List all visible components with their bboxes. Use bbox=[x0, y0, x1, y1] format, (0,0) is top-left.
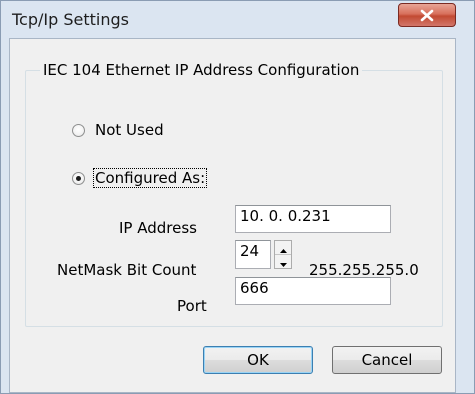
not-used-radio[interactable] bbox=[72, 123, 85, 137]
ip-address-label: IP Address bbox=[119, 219, 197, 237]
ip-config-groupbox: IEC 104 Ethernet IP Address Configuratio… bbox=[25, 61, 443, 327]
radio-selected-dot bbox=[76, 175, 81, 181]
ok-button[interactable]: OK bbox=[203, 346, 313, 374]
arrow-down-icon bbox=[279, 253, 287, 271]
configured-as-radio-row[interactable]: Configured As: bbox=[72, 168, 208, 188]
port-field[interactable]: 666 bbox=[235, 277, 391, 305]
tcpip-settings-dialog: Tcp/Ip Settings IEC 104 Ethernet IP Addr… bbox=[0, 0, 475, 394]
title-bar[interactable]: Tcp/Ip Settings bbox=[1, 1, 474, 37]
spin-down-button[interactable] bbox=[275, 255, 291, 268]
not-used-label[interactable]: Not Used bbox=[94, 121, 165, 139]
close-icon bbox=[420, 9, 434, 22]
groupbox-legend: IEC 104 Ethernet IP Address Configuratio… bbox=[40, 61, 363, 79]
configured-as-radio[interactable] bbox=[72, 171, 85, 185]
not-used-radio-row[interactable]: Not Used bbox=[72, 121, 165, 139]
dialog-client-area: IEC 104 Ethernet IP Address Configuratio… bbox=[9, 38, 456, 393]
ip-address-field[interactable]: 10. 0. 0.231 bbox=[235, 205, 391, 233]
configured-as-label[interactable]: Configured As: bbox=[92, 168, 208, 188]
netmask-bit-count-label: NetMask Bit Count bbox=[57, 261, 197, 279]
netmask-spinner[interactable] bbox=[274, 240, 292, 269]
window-title: Tcp/Ip Settings bbox=[12, 10, 129, 29]
netmask-bit-count-field[interactable]: 24 bbox=[235, 240, 271, 269]
cancel-button[interactable]: Cancel bbox=[332, 346, 442, 374]
close-button[interactable] bbox=[398, 3, 456, 27]
port-label: Port bbox=[177, 297, 207, 315]
